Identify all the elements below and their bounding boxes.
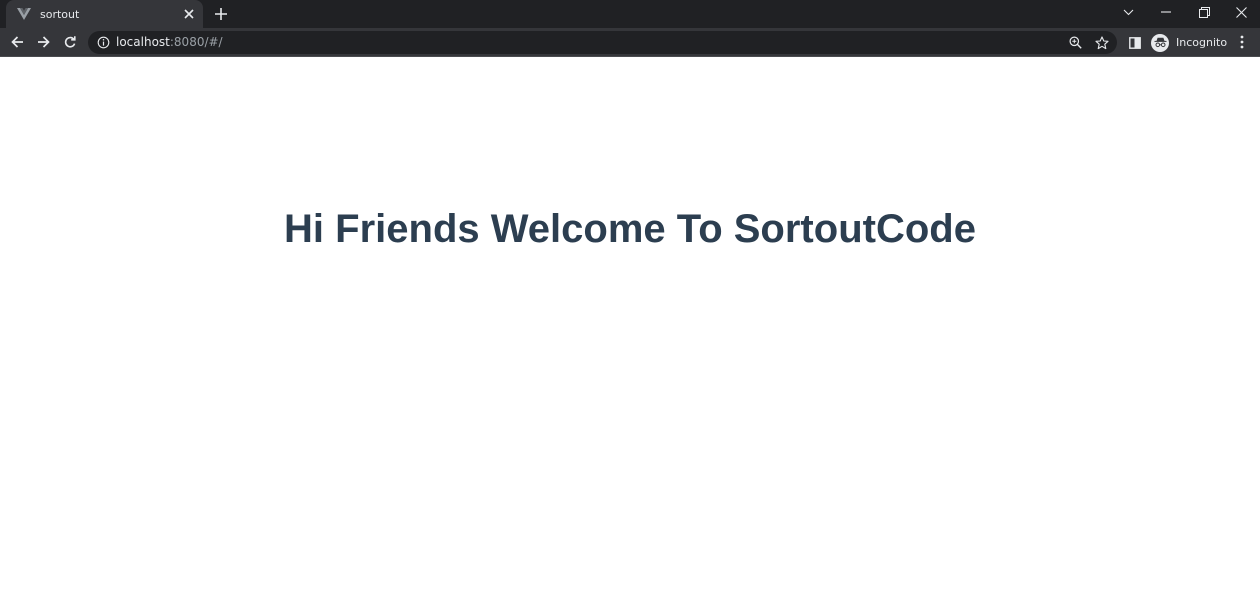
browser-tab[interactable]: sortout xyxy=(6,0,203,28)
url-host: localhost xyxy=(116,35,170,49)
minimize-icon[interactable] xyxy=(1147,0,1185,24)
incognito-icon xyxy=(1151,33,1169,52)
close-icon[interactable] xyxy=(180,5,198,23)
browser-toolbar: localhost:8080/#/ Incognito xyxy=(0,28,1260,57)
chevron-down-icon[interactable] xyxy=(1109,0,1147,24)
star-icon[interactable] xyxy=(1093,34,1110,51)
incognito-label: Incognito xyxy=(1176,36,1228,49)
kebab-menu-icon[interactable] xyxy=(1233,33,1251,51)
tab-strip: sortout xyxy=(0,0,1260,28)
page-heading: Hi Friends Welcome To SortoutCode xyxy=(284,207,976,251)
tab-title: sortout xyxy=(40,7,80,21)
page-viewport: Hi Friends Welcome To SortoutCode xyxy=(0,58,1260,609)
vue-favicon-icon xyxy=(17,7,31,21)
back-arrow-icon[interactable] xyxy=(6,31,28,53)
restore-icon[interactable] xyxy=(1185,0,1223,24)
side-panel-icon[interactable] xyxy=(1126,34,1143,51)
zoom-icon[interactable] xyxy=(1067,34,1084,51)
close-window-icon[interactable] xyxy=(1222,0,1260,24)
plus-icon[interactable] xyxy=(211,4,231,24)
forward-arrow-icon[interactable] xyxy=(32,31,54,53)
url-path: :8080/#/ xyxy=(169,35,223,49)
url-text: localhost:8080/#/ xyxy=(116,31,223,54)
address-bar[interactable]: localhost:8080/#/ xyxy=(88,31,1117,54)
incognito-indicator[interactable]: Incognito xyxy=(1151,31,1227,54)
reload-icon[interactable] xyxy=(59,31,81,53)
info-icon[interactable] xyxy=(97,36,110,49)
